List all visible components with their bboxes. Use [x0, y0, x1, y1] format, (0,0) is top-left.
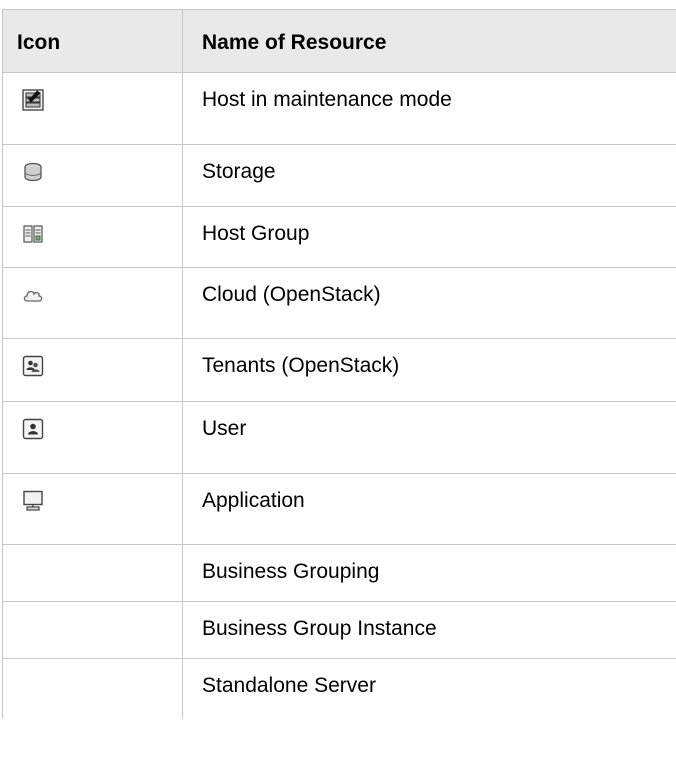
table-row: Business Grouping: [3, 545, 676, 602]
user-icon: [22, 418, 44, 440]
name-cell: Business Grouping: [183, 545, 676, 601]
icon-cell: [3, 474, 183, 544]
header-cell-name: Name of Resource: [183, 10, 676, 72]
icon-cell: [3, 145, 183, 206]
icon-cell: [3, 402, 183, 473]
header-name-label: Name of Resource: [202, 31, 387, 54]
table-row: Business Group Instance: [3, 602, 676, 659]
table-row: Tenants (OpenStack): [3, 339, 676, 402]
name-cell: Tenants (OpenStack): [183, 339, 676, 401]
table-header-row: Icon Name of Resource: [3, 9, 676, 73]
name-cell: Storage: [183, 145, 676, 206]
table-row: Host Group: [3, 207, 676, 268]
icon-cell: [3, 339, 183, 401]
resource-name: Business Grouping: [202, 560, 380, 583]
resource-name: Host in maintenance mode: [202, 88, 452, 111]
icon-cell: [3, 602, 183, 658]
icon-cell: [3, 268, 183, 338]
header-cell-icon: Icon: [3, 10, 183, 72]
host-group-icon: [22, 223, 44, 245]
name-cell: Host Group: [183, 207, 676, 267]
name-cell: Cloud (OpenStack): [183, 268, 676, 338]
table-row: Storage: [3, 145, 676, 207]
resource-name: Business Group Instance: [202, 617, 437, 640]
storage-icon: [22, 161, 44, 183]
resource-table: Icon Name of Resource Host in maintenanc…: [2, 9, 676, 719]
table-row: Standalone Server: [3, 659, 676, 719]
resource-name: Application: [202, 489, 305, 512]
icon-cell: [3, 207, 183, 267]
resource-name: Storage: [202, 160, 276, 183]
application-icon: [22, 490, 44, 512]
header-icon-label: Icon: [17, 31, 61, 54]
host-maintenance-icon: [22, 89, 44, 111]
resource-name: Tenants (OpenStack): [202, 354, 400, 377]
table-row: Cloud (OpenStack): [3, 268, 676, 339]
icon-cell: [3, 659, 183, 719]
table-row: Application: [3, 474, 676, 545]
tenants-icon: [22, 355, 44, 377]
table-row: Host in maintenance mode: [3, 73, 676, 145]
cloud-icon: [22, 284, 44, 306]
name-cell: Business Group Instance: [183, 602, 676, 658]
resource-name: Standalone Server: [202, 674, 376, 697]
name-cell: Host in maintenance mode: [183, 73, 676, 144]
resource-name: Cloud (OpenStack): [202, 283, 381, 306]
name-cell: User: [183, 402, 676, 473]
table-row: User: [3, 402, 676, 474]
icon-cell: [3, 545, 183, 601]
resource-name: Host Group: [202, 222, 310, 245]
icon-cell: [3, 73, 183, 144]
resource-name: User: [202, 417, 247, 440]
name-cell: Standalone Server: [183, 659, 676, 719]
name-cell: Application: [183, 474, 676, 544]
